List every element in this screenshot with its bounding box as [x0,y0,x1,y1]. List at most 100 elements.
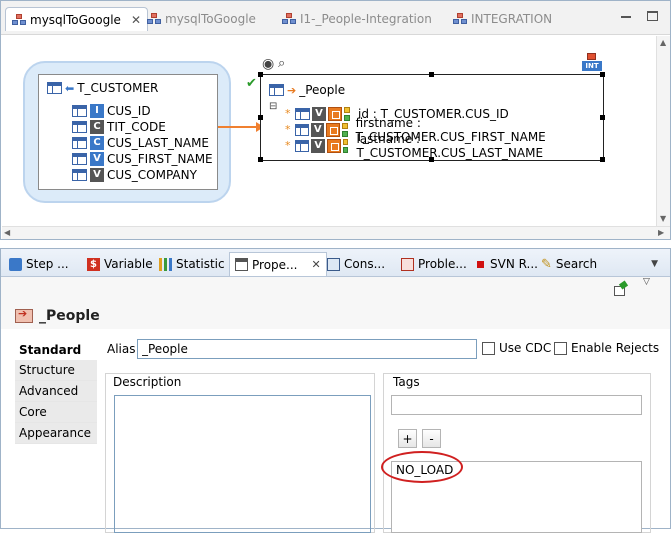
description-textarea[interactable] [114,395,371,533]
mapping-editor: mysqlToGoogle ✕ mysqlToGoogle I1-_People… [0,0,671,240]
maximize-icon[interactable] [647,11,658,21]
enable-rejects-checkbox[interactable]: Enable Rejects [554,341,659,355]
selection-handle[interactable] [258,115,263,120]
category-standard[interactable]: Standard [15,339,97,360]
selection-handle[interactable] [258,72,263,77]
mapping-icon [453,13,467,25]
diagram-canvas[interactable]: ⬅ T_CUSTOMER I CUS_ID C TIT_CODE C CUS_L… [2,36,656,226]
editor-tab-mysqltogoogle-active[interactable]: mysqlToGoogle ✕ [5,7,149,31]
tags-label: Tags [391,375,422,389]
editor-tab-people-integration[interactable]: I1-_People-Integration [282,7,432,31]
close-tab-icon[interactable]: ✕ [311,258,320,271]
source-column[interactable]: C TIT_CODE [72,119,166,134]
tab-label: Variable [104,257,153,271]
target-datastore-name: _People [299,83,346,97]
search-icon[interactable]: ⌕ [278,56,285,71]
column-name: CUS_COMPANY [107,167,197,182]
svn-icon [477,260,484,268]
table-icon [269,84,284,96]
char-type-icon: C [90,119,104,134]
alias-input[interactable] [137,339,477,359]
execution-flags-icon [342,138,349,153]
column-table-icon [72,136,87,149]
category-core[interactable]: Core [15,402,97,423]
tab-label: Step ... [26,257,69,271]
pin-editor-icon[interactable] [613,280,629,297]
tab-problems[interactable]: Proble... [401,252,467,276]
collapse-icon[interactable]: ⊟ [269,101,277,112]
tab-properties[interactable]: Prope... ✕ [229,252,327,276]
mapping-expression-icon [328,106,342,121]
column-table-icon [72,120,87,133]
selection-handle[interactable] [600,72,605,77]
column-table-icon [295,107,310,120]
properties-object-name: _People [39,308,100,324]
scroll-up-icon[interactable]: ▲ [660,38,666,47]
views-panel: Step ... $ Variable Statistic Prope... ✕… [0,248,671,533]
remove-tag-button[interactable]: - [422,429,441,448]
key-star-icon: * [285,123,291,136]
varchar-type-icon: V [90,167,104,182]
tab-svn-repositories[interactable]: SVN R... [475,252,538,276]
view-dropdown-icon[interactable]: ▽ [643,277,650,287]
source-column[interactable]: V CUS_FIRST_NAME [72,151,213,166]
category-appearance[interactable]: Appearance [15,423,97,444]
integration-badge-icon: INT [582,53,602,71]
target-datastore[interactable]: ➔ _People ⊟ * V id : T_CUSTOMER.CUS_ID *… [258,72,605,162]
editor-tab-label: mysqlToGoogle [30,12,121,27]
vertical-scrollbar[interactable]: ▲ ▼ [656,36,670,226]
column-name: CUS_FIRST_NAME [107,151,213,166]
scroll-down-icon[interactable]: ▼ [660,214,666,223]
mapping-icon [282,13,296,25]
properties-icon [235,258,248,271]
editor-tab-label: mysqlToGoogle [165,12,256,26]
scroll-right-icon[interactable]: ▶ [658,228,664,237]
column-table-icon [72,168,87,181]
category-structure[interactable]: Structure [15,360,97,381]
selection-handle[interactable] [258,157,263,162]
checkbox-box[interactable] [482,341,495,355]
mapping-icon [147,13,161,25]
editor-tab-integration[interactable]: INTEGRATION [453,7,552,31]
view-menu-icon[interactable]: ▼ [651,259,658,269]
tab-label: SVN R... [490,257,538,271]
target-mapping-row[interactable]: * V lastname : T_CUSTOMER.CUS_LAST_NAME [285,132,603,160]
view-data-icon[interactable]: ◉ [262,56,274,72]
integer-type-icon: I [90,103,104,118]
tab-step[interactable]: Step ... [9,252,69,276]
category-advanced[interactable]: Advanced [15,381,97,402]
tab-statistic[interactable]: Statistic [159,252,225,276]
tab-label: Search [555,257,598,271]
varchar-type-icon: V [312,106,326,121]
tab-variable[interactable]: $ Variable [87,252,153,276]
execution-flags-icon [344,106,350,121]
source-datastore[interactable]: ⬅ T_CUSTOMER I CUS_ID C TIT_CODE C CUS_L… [38,74,218,190]
table-icon [47,82,62,94]
problems-icon [401,257,414,271]
source-column[interactable]: I CUS_ID [72,103,151,118]
alias-label: Alias [107,342,136,356]
column-table-icon [72,104,87,117]
editor-tab-mysqltogoogle[interactable]: mysqlToGoogle [147,7,256,31]
minimize-icon[interactable] [621,11,633,23]
source-column[interactable]: C CUS_LAST_NAME [72,135,209,150]
use-cdc-checkbox[interactable]: Use CDC [482,341,551,355]
add-tag-button[interactable]: + [398,429,417,448]
checkbox-box[interactable] [554,341,567,355]
tab-search[interactable]: ✎ Search [541,252,597,276]
source-datastore-name: T_CUSTOMER [77,81,159,95]
horizontal-scrollbar[interactable]: ◀ ▶ [2,226,670,239]
tag-input[interactable] [391,395,642,415]
tab-console[interactable]: Cons... [327,252,385,276]
scroll-left-icon[interactable]: ◀ [4,228,10,237]
step-icon [9,257,22,271]
property-categories: Standard Structure Advanced Core Appeara… [15,339,97,444]
editor-tab-label: I1-_People-Integration [300,12,432,26]
variable-icon: $ [87,257,100,271]
annotation-highlight-ellipse [381,451,463,483]
close-tab-icon[interactable]: ✕ [131,13,141,27]
selection-handle[interactable] [429,72,434,77]
key-star-icon: * [285,139,291,152]
tab-label: Proble... [418,257,467,271]
source-column[interactable]: V CUS_COMPANY [72,167,197,182]
